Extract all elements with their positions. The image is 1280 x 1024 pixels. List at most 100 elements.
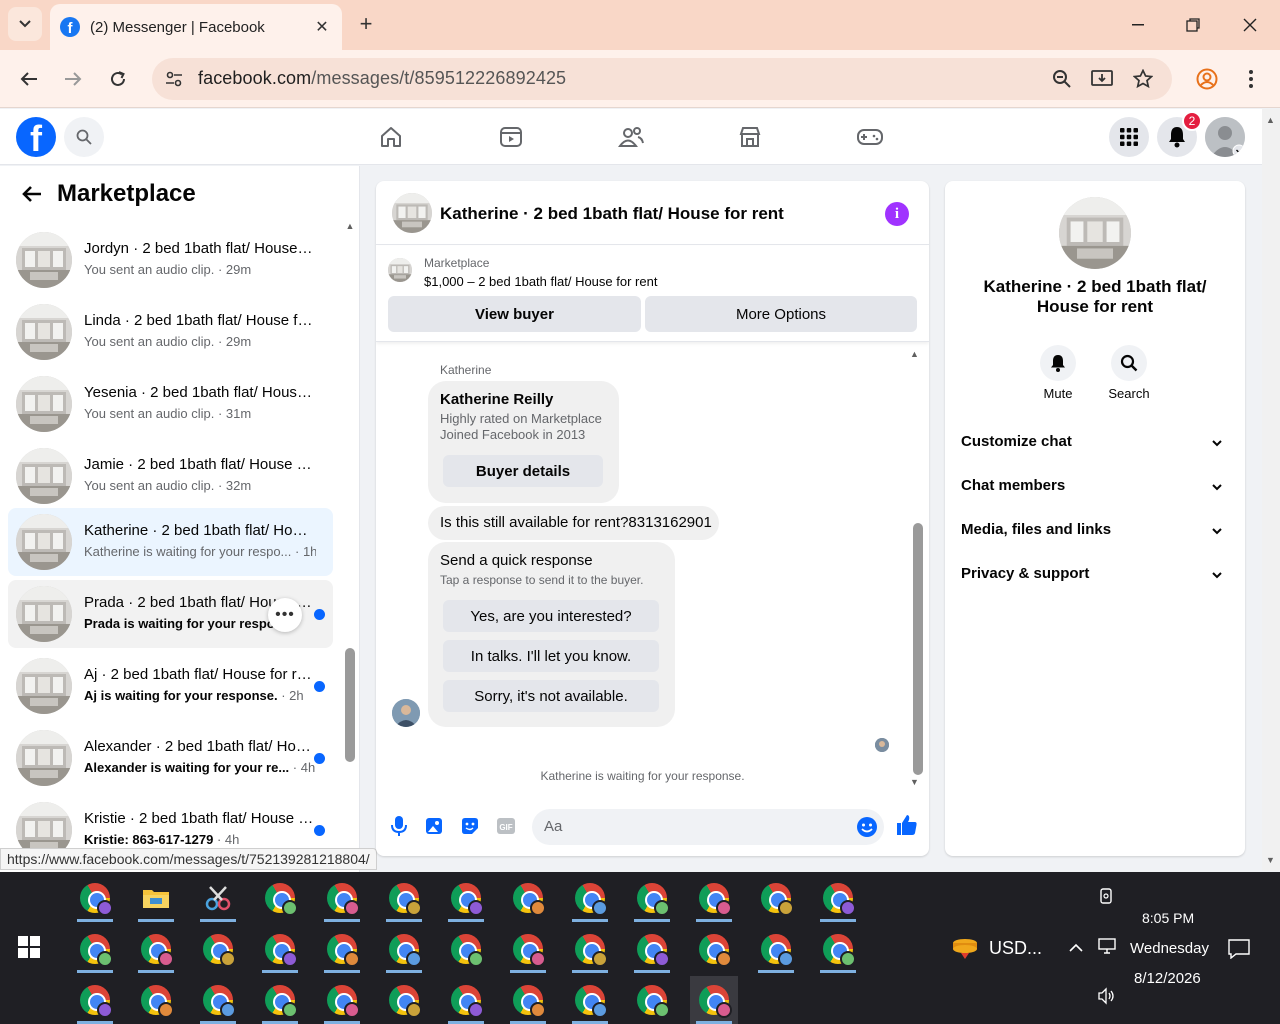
conversation-item[interactable]: Prada · 2 bed 1bath flat/ House for rent… xyxy=(8,580,333,648)
site-info-icon[interactable] xyxy=(162,67,186,91)
close-window-button[interactable] xyxy=(1230,8,1270,42)
facebook-search-button[interactable] xyxy=(64,117,104,157)
chrome-app-icon[interactable] xyxy=(814,874,862,922)
messages-scroll-up[interactable]: ▲ xyxy=(910,349,919,359)
chrome-app-icon[interactable] xyxy=(752,874,800,922)
chrome-menu-button[interactable] xyxy=(1236,64,1266,94)
listing-thumbnail[interactable] xyxy=(392,193,432,233)
nav-friends[interactable] xyxy=(615,121,647,153)
photo-icon[interactable] xyxy=(423,815,445,837)
bookmark-star-icon[interactable] xyxy=(1131,67,1155,91)
facebook-logo-icon[interactable]: f xyxy=(16,117,56,157)
chevron-up-icon[interactable] xyxy=(1066,938,1086,958)
chrome-app-icon[interactable] xyxy=(752,925,800,973)
clock-date[interactable]: 8/12/2026 xyxy=(1134,970,1201,987)
windows-start-icon[interactable] xyxy=(18,936,40,958)
minimize-button[interactable] xyxy=(1118,8,1158,42)
more-options-icon[interactable]: ••• xyxy=(268,598,302,632)
reload-button[interactable] xyxy=(103,64,133,94)
chrome-app-icon[interactable] xyxy=(566,976,614,1024)
chrome-app-icon[interactable] xyxy=(380,874,428,922)
chrome-app-icon[interactable] xyxy=(380,925,428,973)
volume-icon[interactable] xyxy=(1097,986,1117,1006)
microphone-icon[interactable] xyxy=(388,815,410,837)
page-scroll-up[interactable]: ▲ xyxy=(1266,115,1275,125)
forward-button[interactable] xyxy=(58,64,88,94)
sender-avatar[interactable] xyxy=(392,699,420,727)
messages-scrollbar[interactable] xyxy=(913,523,923,775)
chrome-app-icon[interactable] xyxy=(442,874,490,922)
quick-reply-yes[interactable]: Yes, are you interested? xyxy=(443,600,659,632)
chrome-app-icon[interactable] xyxy=(318,925,366,973)
more-options-button[interactable]: More Options xyxy=(645,296,917,332)
account-avatar[interactable] xyxy=(1205,117,1245,157)
info-section-row[interactable]: Media, files and links xyxy=(953,509,1237,553)
chrome-app-icon[interactable] xyxy=(442,976,490,1024)
quick-reply-not-available[interactable]: Sorry, it's not available. xyxy=(443,680,659,712)
info-icon[interactable]: i xyxy=(885,202,909,226)
chrome-app-icon[interactable] xyxy=(442,925,490,973)
conversation-item[interactable]: Jordyn · 2 bed 1bath flat/ House for ren… xyxy=(8,226,333,294)
emoji-icon[interactable] xyxy=(856,816,878,838)
new-tab-button[interactable]: + xyxy=(352,10,380,38)
chrome-app-icon[interactable] xyxy=(132,976,180,1024)
tab-search-dropdown[interactable] xyxy=(8,7,42,41)
restore-button[interactable] xyxy=(1173,8,1213,42)
sticker-icon[interactable] xyxy=(459,815,481,837)
browser-tab-messenger[interactable]: f (2) Messenger | Facebook ✕ xyxy=(50,4,342,50)
chrome-app-icon[interactable] xyxy=(628,925,676,973)
menu-button[interactable] xyxy=(1109,117,1149,157)
notification-center-icon[interactable] xyxy=(1228,938,1250,960)
address-bar[interactable]: facebook.com/messages/t/859512226892425 xyxy=(152,58,1172,100)
tab-close-icon[interactable]: ✕ xyxy=(310,15,334,39)
chrome-app-icon[interactable] xyxy=(566,874,614,922)
chrome-app-icon[interactable] xyxy=(504,976,552,1024)
message-input[interactable]: Aa xyxy=(532,809,884,845)
chrome-app-icon[interactable] xyxy=(71,874,119,922)
chrome-app-icon[interactable] xyxy=(628,874,676,922)
conversation-item[interactable]: Linda · 2 bed 1bath flat/ House for rent… xyxy=(8,298,333,366)
chrome-app-icon[interactable] xyxy=(628,976,676,1024)
currency-widget-text[interactable]: USD... xyxy=(989,938,1042,959)
chrome-app-icon[interactable] xyxy=(566,925,614,973)
nav-home[interactable] xyxy=(375,121,407,153)
conversation-item[interactable]: Katherine · 2 bed 1bath flat/ House for … xyxy=(8,508,333,576)
listing-description[interactable]: $1,000 – 2 bed 1bath flat/ House for ren… xyxy=(424,274,657,289)
chrome-app-icon[interactable] xyxy=(71,976,119,1024)
profile-button[interactable] xyxy=(1192,64,1222,94)
back-arrow-button[interactable] xyxy=(18,180,46,208)
info-section-row[interactable]: Customize chat xyxy=(953,421,1237,465)
chrome-app-icon[interactable] xyxy=(132,925,180,973)
chrome-app-icon[interactable] xyxy=(318,874,366,922)
network-icon[interactable] xyxy=(1097,936,1117,956)
chrome-app-icon[interactable] xyxy=(194,925,242,973)
sidebar-scrollbar[interactable] xyxy=(345,648,355,762)
quick-reply-in-talks[interactable]: In talks. I'll let you know. xyxy=(443,640,659,672)
chrome-app-icon[interactable] xyxy=(690,874,738,922)
info-section-row[interactable]: Chat members xyxy=(953,465,1237,509)
conversation-item[interactable]: Alexander · 2 bed 1bath flat/ House for … xyxy=(8,724,333,792)
nav-video[interactable] xyxy=(495,121,527,153)
chrome-app-icon[interactable] xyxy=(194,976,242,1024)
view-buyer-button[interactable]: View buyer xyxy=(388,296,641,332)
chrome-app-icon[interactable] xyxy=(256,874,304,922)
snipping-tool-icon[interactable] xyxy=(194,874,242,922)
install-app-icon[interactable] xyxy=(1090,67,1114,91)
chrome-app-icon[interactable] xyxy=(690,976,738,1024)
chrome-app-icon[interactable] xyxy=(256,925,304,973)
meet-now-icon[interactable] xyxy=(1097,886,1117,906)
clock-day[interactable]: Wednesday xyxy=(1130,940,1209,957)
file-explorer-icon[interactable] xyxy=(132,874,180,922)
search-in-conversation-button[interactable]: Search xyxy=(1099,345,1159,401)
page-scroll-down[interactable]: ▼ xyxy=(1266,855,1275,865)
messages-scroll-down[interactable]: ▼ xyxy=(910,777,919,787)
chrome-app-icon[interactable] xyxy=(504,874,552,922)
thumbs-up-icon[interactable] xyxy=(895,813,919,837)
gif-icon[interactable]: GIF xyxy=(495,815,517,837)
currency-widget-icon[interactable] xyxy=(950,936,980,962)
info-section-row[interactable]: Privacy & support xyxy=(953,553,1237,597)
chrome-app-icon[interactable] xyxy=(318,976,366,1024)
chrome-app-icon[interactable] xyxy=(504,925,552,973)
conversation-item[interactable]: Jamie · 2 bed 1bath flat/ House for rent… xyxy=(8,442,333,510)
conversation-item[interactable]: Aj · 2 bed 1bath flat/ House for rent Aj … xyxy=(8,652,333,720)
